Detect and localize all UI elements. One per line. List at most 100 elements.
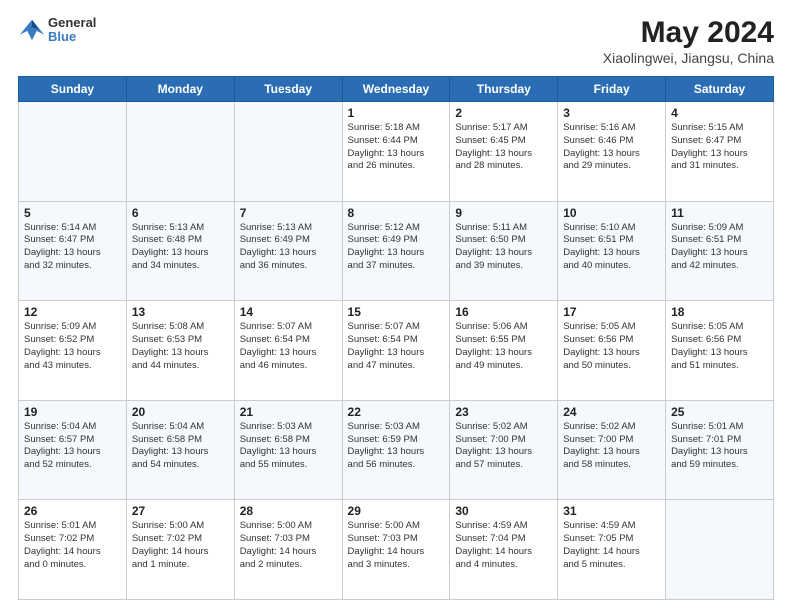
table-row: 26 Sunrise: 5:01 AM Sunset: 7:02 PM Dayli… [19, 500, 127, 600]
day-number: 17 [563, 305, 660, 319]
day-info: Sunrise: 5:16 AM Sunset: 6:46 PM Dayligh… [563, 122, 660, 173]
calendar-week-row: 1 Sunrise: 5:18 AM Sunset: 6:44 PM Daylig… [19, 102, 774, 202]
title-block: May 2024 Xiaolingwei, Jiangsu, China [603, 16, 774, 66]
day-info: Sunrise: 5:10 AM Sunset: 6:51 PM Dayligh… [563, 222, 660, 273]
col-tuesday: Tuesday [234, 77, 342, 102]
day-info: Sunrise: 5:01 AM Sunset: 7:01 PM Dayligh… [671, 421, 768, 472]
day-info: Sunrise: 4:59 AM Sunset: 7:04 PM Dayligh… [455, 520, 552, 571]
table-row: 30 Sunrise: 4:59 AM Sunset: 7:04 PM Dayli… [450, 500, 558, 600]
day-info: Sunrise: 5:13 AM Sunset: 6:48 PM Dayligh… [132, 222, 229, 273]
day-info: Sunrise: 5:09 AM Sunset: 6:51 PM Dayligh… [671, 222, 768, 273]
day-number: 26 [24, 504, 121, 518]
logo: General Blue [18, 16, 96, 45]
day-number: 9 [455, 206, 552, 220]
day-number: 25 [671, 405, 768, 419]
day-number: 18 [671, 305, 768, 319]
table-row: 31Sunrise: 4:59 AM Sunset: 7:05 PM Dayli… [558, 500, 666, 600]
day-number: 24 [563, 405, 660, 419]
day-number: 16 [455, 305, 552, 319]
table-row: 9Sunrise: 5:11 AM Sunset: 6:50 PM Daylig… [450, 201, 558, 301]
calendar-week-row: 5 Sunrise: 5:14 AM Sunset: 6:47 PM Daylig… [19, 201, 774, 301]
table-row: 24 Sunrise: 5:02 AM Sunset: 7:00 PM Dayli… [558, 400, 666, 500]
table-row: 28Sunrise: 5:00 AM Sunset: 7:03 PM Dayli… [234, 500, 342, 600]
table-row: 1 Sunrise: 5:18 AM Sunset: 6:44 PM Daylig… [342, 102, 450, 202]
day-info: Sunrise: 5:03 AM Sunset: 6:58 PM Dayligh… [240, 421, 337, 472]
day-number: 30 [455, 504, 552, 518]
day-info: Sunrise: 5:07 AM Sunset: 6:54 PM Dayligh… [240, 321, 337, 372]
day-number: 1 [348, 106, 445, 120]
table-row: 22Sunrise: 5:03 AM Sunset: 6:59 PM Dayli… [342, 400, 450, 500]
day-number: 27 [132, 504, 229, 518]
calendar-header-row: Sunday Monday Tuesday Wednesday Thursday… [19, 77, 774, 102]
day-info: Sunrise: 5:02 AM Sunset: 7:00 PM Dayligh… [455, 421, 552, 472]
location-subtitle: Xiaolingwei, Jiangsu, China [603, 50, 774, 66]
day-info: Sunrise: 5:01 AM Sunset: 7:02 PM Dayligh… [24, 520, 121, 571]
logo-icon [18, 16, 46, 44]
day-info: Sunrise: 5:12 AM Sunset: 6:49 PM Dayligh… [348, 222, 445, 273]
day-number: 19 [24, 405, 121, 419]
col-monday: Monday [126, 77, 234, 102]
table-row: 20 Sunrise: 5:04 AM Sunset: 6:58 PM Dayli… [126, 400, 234, 500]
day-info: Sunrise: 5:05 AM Sunset: 6:56 PM Dayligh… [563, 321, 660, 372]
day-number: 15 [348, 305, 445, 319]
day-number: 12 [24, 305, 121, 319]
day-number: 20 [132, 405, 229, 419]
day-number: 2 [455, 106, 552, 120]
day-number: 31 [563, 504, 660, 518]
day-info: Sunrise: 5:18 AM Sunset: 6:44 PM Dayligh… [348, 122, 445, 173]
table-row: 7 Sunrise: 5:13 AM Sunset: 6:49 PM Daylig… [234, 201, 342, 301]
header: General Blue May 2024 Xiaolingwei, Jiang… [18, 16, 774, 66]
day-number: 5 [24, 206, 121, 220]
table-row: 19 Sunrise: 5:04 AM Sunset: 6:57 PM Dayli… [19, 400, 127, 500]
day-info: Sunrise: 5:04 AM Sunset: 6:58 PM Dayligh… [132, 421, 229, 472]
day-number: 23 [455, 405, 552, 419]
table-row [234, 102, 342, 202]
day-number: 3 [563, 106, 660, 120]
page: General Blue May 2024 Xiaolingwei, Jiang… [0, 0, 792, 612]
month-year-title: May 2024 [603, 16, 774, 50]
day-number: 22 [348, 405, 445, 419]
table-row: 6 Sunrise: 5:13 AM Sunset: 6:48 PM Daylig… [126, 201, 234, 301]
day-info: Sunrise: 5:02 AM Sunset: 7:00 PM Dayligh… [563, 421, 660, 472]
day-number: 13 [132, 305, 229, 319]
table-row: 2Sunrise: 5:17 AM Sunset: 6:45 PM Daylig… [450, 102, 558, 202]
day-info: Sunrise: 5:04 AM Sunset: 6:57 PM Dayligh… [24, 421, 121, 472]
calendar-week-row: 26 Sunrise: 5:01 AM Sunset: 7:02 PM Dayli… [19, 500, 774, 600]
day-info: Sunrise: 5:00 AM Sunset: 7:03 PM Dayligh… [240, 520, 337, 571]
table-row: 3 Sunrise: 5:16 AM Sunset: 6:46 PM Daylig… [558, 102, 666, 202]
day-info: Sunrise: 5:07 AM Sunset: 6:54 PM Dayligh… [348, 321, 445, 372]
day-number: 29 [348, 504, 445, 518]
day-info: Sunrise: 5:05 AM Sunset: 6:56 PM Dayligh… [671, 321, 768, 372]
day-info: Sunrise: 5:13 AM Sunset: 6:49 PM Dayligh… [240, 222, 337, 273]
day-info: Sunrise: 5:09 AM Sunset: 6:52 PM Dayligh… [24, 321, 121, 372]
day-info: Sunrise: 5:15 AM Sunset: 6:47 PM Dayligh… [671, 122, 768, 173]
table-row: 5 Sunrise: 5:14 AM Sunset: 6:47 PM Daylig… [19, 201, 127, 301]
table-row: 13 Sunrise: 5:08 AM Sunset: 6:53 PM Dayli… [126, 301, 234, 401]
day-info: Sunrise: 5:00 AM Sunset: 7:02 PM Dayligh… [132, 520, 229, 571]
day-number: 6 [132, 206, 229, 220]
table-row: 25 Sunrise: 5:01 AM Sunset: 7:01 PM Dayli… [666, 400, 774, 500]
col-wednesday: Wednesday [342, 77, 450, 102]
day-number: 4 [671, 106, 768, 120]
day-number: 10 [563, 206, 660, 220]
table-row [666, 500, 774, 600]
calendar-table: Sunday Monday Tuesday Wednesday Thursday… [18, 76, 774, 600]
table-row: 14Sunrise: 5:07 AM Sunset: 6:54 PM Dayli… [234, 301, 342, 401]
day-info: Sunrise: 5:14 AM Sunset: 6:47 PM Dayligh… [24, 222, 121, 273]
table-row: 15 Sunrise: 5:07 AM Sunset: 6:54 PM Dayli… [342, 301, 450, 401]
table-row: 16 Sunrise: 5:06 AM Sunset: 6:55 PM Dayli… [450, 301, 558, 401]
table-row: 18 Sunrise: 5:05 AM Sunset: 6:56 PM Dayli… [666, 301, 774, 401]
day-number: 21 [240, 405, 337, 419]
col-friday: Friday [558, 77, 666, 102]
table-row [19, 102, 127, 202]
table-row [126, 102, 234, 202]
col-thursday: Thursday [450, 77, 558, 102]
day-info: Sunrise: 5:06 AM Sunset: 6:55 PM Dayligh… [455, 321, 552, 372]
day-number: 7 [240, 206, 337, 220]
day-info: Sunrise: 5:08 AM Sunset: 6:53 PM Dayligh… [132, 321, 229, 372]
col-sunday: Sunday [19, 77, 127, 102]
day-number: 11 [671, 206, 768, 220]
calendar-week-row: 19 Sunrise: 5:04 AM Sunset: 6:57 PM Dayli… [19, 400, 774, 500]
table-row: 21 Sunrise: 5:03 AM Sunset: 6:58 PM Dayli… [234, 400, 342, 500]
day-number: 8 [348, 206, 445, 220]
